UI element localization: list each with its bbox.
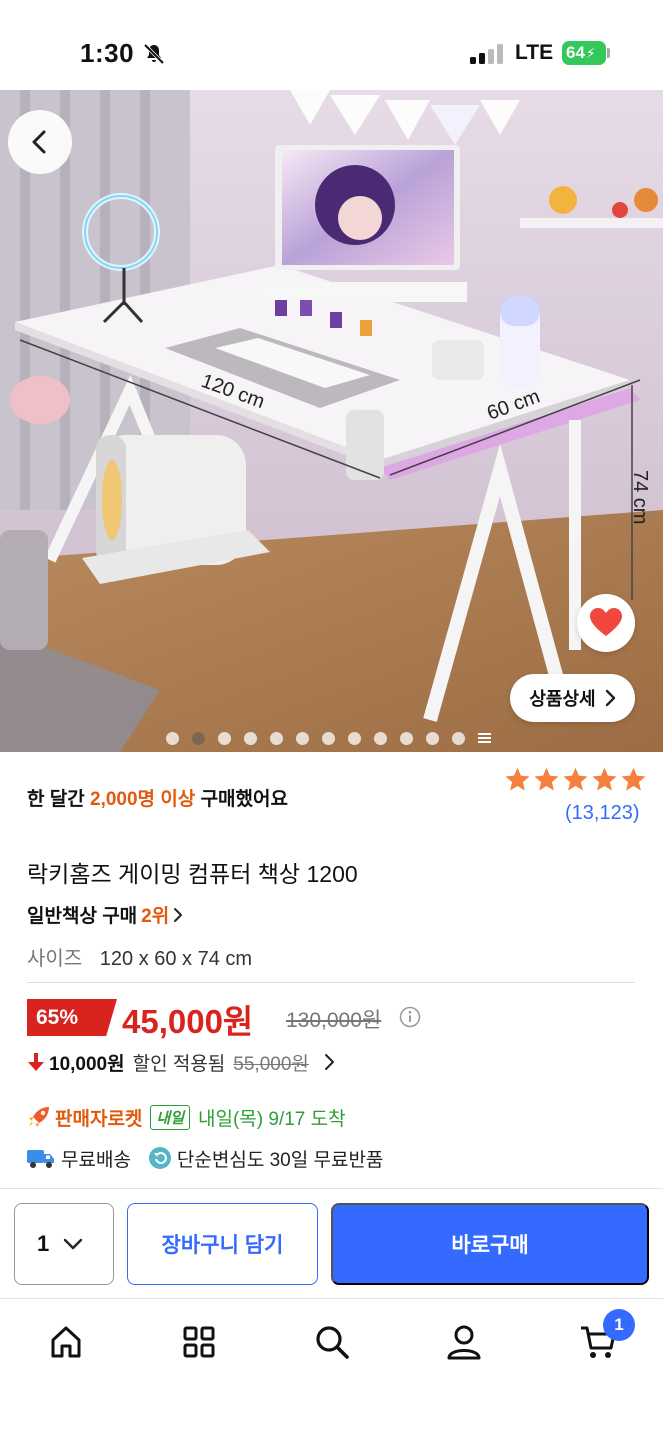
category-label: 일반책상 구매 bbox=[27, 906, 138, 927]
coupon-old-price: 55,000원 bbox=[233, 1053, 309, 1075]
height-dimension: 74 cm bbox=[629, 470, 651, 524]
chevron-left-icon bbox=[32, 130, 46, 154]
star-icon bbox=[621, 767, 646, 791]
shipping-row: 무료배송 단순변심도 30일 무료반품 bbox=[27, 1144, 383, 1172]
product-detail-label: 상품상세 bbox=[529, 689, 596, 709]
image-pagination bbox=[166, 731, 491, 745]
star-icon bbox=[592, 767, 617, 791]
size-row: 사이즈 120 x 60 x 74 cm bbox=[27, 942, 252, 971]
return-icon bbox=[148, 1147, 171, 1169]
pagination-dot[interactable] bbox=[322, 731, 335, 745]
search-icon bbox=[316, 1326, 349, 1359]
divider bbox=[27, 982, 635, 983]
pagination-dot[interactable] bbox=[166, 731, 179, 745]
category-rank-link[interactable]: 일반책상 구매 2위 bbox=[27, 901, 183, 928]
star-icon bbox=[505, 767, 530, 791]
home-icon bbox=[51, 1326, 81, 1358]
tab-categories[interactable] bbox=[177, 1320, 221, 1364]
chevron-down-icon bbox=[64, 1238, 83, 1250]
free-shipping: 무료배송 bbox=[61, 1149, 131, 1171]
free-return: 단순변심도 30일 무료반품 bbox=[176, 1149, 384, 1171]
arrow-down-icon bbox=[28, 1053, 44, 1071]
pagination-dot[interactable] bbox=[374, 731, 387, 745]
pagination-dot[interactable] bbox=[426, 731, 439, 745]
user-icon bbox=[447, 1325, 481, 1360]
divider bbox=[0, 1188, 663, 1189]
purchase-prefix: 한 달간 bbox=[27, 789, 85, 810]
rocket-icon bbox=[29, 1107, 49, 1127]
chevron-right-icon bbox=[174, 907, 183, 922]
discount-badge: 65% bbox=[27, 999, 117, 1036]
coupon-text: 할인 적용됨 bbox=[132, 1053, 226, 1075]
star-icon bbox=[534, 767, 559, 791]
star-icon bbox=[563, 767, 588, 791]
battery-indicator: 64 ⚡ bbox=[562, 41, 606, 65]
quantity-select[interactable]: 1 bbox=[14, 1203, 114, 1285]
purchase-highlight: 2,000명 이상 bbox=[90, 789, 196, 810]
product-photo: 120 cm 60 cm 74 cm bbox=[0, 90, 663, 752]
pagination-dot[interactable] bbox=[270, 731, 283, 745]
arrival-date: 내일(목) 9/17 도착 bbox=[198, 1108, 346, 1130]
charging-icon: ⚡ bbox=[585, 44, 596, 61]
bell-slash-icon bbox=[143, 43, 165, 65]
pagination-dot[interactable] bbox=[452, 731, 465, 745]
coupon-row[interactable]: 10,000원 할인 적용됨 55,000원 bbox=[27, 1048, 335, 1076]
truck-icon bbox=[27, 1150, 54, 1168]
grid-icon bbox=[183, 1326, 215, 1358]
add-to-cart-button[interactable]: 장바구니 담기 bbox=[127, 1203, 318, 1285]
chevron-right-icon bbox=[605, 689, 615, 707]
review-count[interactable]: (13,123) bbox=[565, 802, 640, 825]
tab-home[interactable] bbox=[44, 1320, 88, 1364]
favorite-button[interactable] bbox=[577, 594, 635, 652]
network-label: LTE bbox=[515, 41, 554, 64]
pagination-dot[interactable] bbox=[244, 731, 257, 745]
product-detail-button[interactable]: 상품상세 bbox=[510, 674, 635, 722]
back-button[interactable] bbox=[8, 110, 72, 174]
tomorrow-badge: 내일 bbox=[150, 1104, 191, 1130]
seller-rocket-label: 판매자로켓 bbox=[55, 1108, 143, 1130]
product-title: 락키홈즈 게이밍 컴퓨터 책상 1200 bbox=[27, 861, 358, 887]
sale-price: 45,000원 bbox=[122, 1003, 254, 1040]
tab-my-page[interactable] bbox=[442, 1320, 486, 1364]
pagination-dot[interactable] bbox=[192, 731, 205, 745]
coupon-amount: 10,000원 bbox=[49, 1053, 125, 1075]
tab-search[interactable] bbox=[310, 1320, 354, 1364]
category-rank: 2위 bbox=[141, 906, 170, 927]
info-icon[interactable] bbox=[399, 1006, 421, 1028]
battery-level: 64 bbox=[566, 43, 585, 62]
rocket-delivery-row: 판매자로켓 내일 내일(목) 9/17 도착 bbox=[27, 1103, 346, 1131]
pagination-dot[interactable] bbox=[400, 731, 413, 745]
quantity-value: 1 bbox=[37, 1231, 50, 1256]
chevron-right-icon bbox=[324, 1054, 334, 1070]
size-value: 120 x 60 x 74 cm bbox=[99, 948, 253, 970]
battery-nub bbox=[607, 48, 610, 58]
product-image[interactable]: 120 cm 60 cm 74 cm bbox=[0, 90, 663, 752]
buy-now-button[interactable]: 바로구매 bbox=[331, 1203, 649, 1285]
size-label: 사이즈 bbox=[27, 948, 83, 970]
divider bbox=[0, 1298, 663, 1299]
purchase-suffix: 구매했어요 bbox=[200, 789, 288, 810]
pagination-dot[interactable] bbox=[296, 731, 309, 745]
original-price: 130,000원 bbox=[286, 1009, 382, 1032]
signal-icon bbox=[470, 44, 503, 64]
pagination-dot[interactable] bbox=[348, 731, 361, 745]
cart-count-badge: 1 bbox=[603, 1309, 635, 1341]
pagination-more-icon bbox=[478, 733, 491, 743]
rating-stars[interactable] bbox=[504, 766, 647, 793]
status-time: 1:30 bbox=[80, 38, 135, 68]
heart-icon bbox=[590, 608, 622, 636]
pagination-dot[interactable] bbox=[218, 731, 231, 745]
purchase-summary: 한 달간 2,000명 이상 구매했어요 bbox=[27, 784, 288, 811]
status-bar: 1:30 LTE 64 ⚡ bbox=[0, 0, 663, 90]
